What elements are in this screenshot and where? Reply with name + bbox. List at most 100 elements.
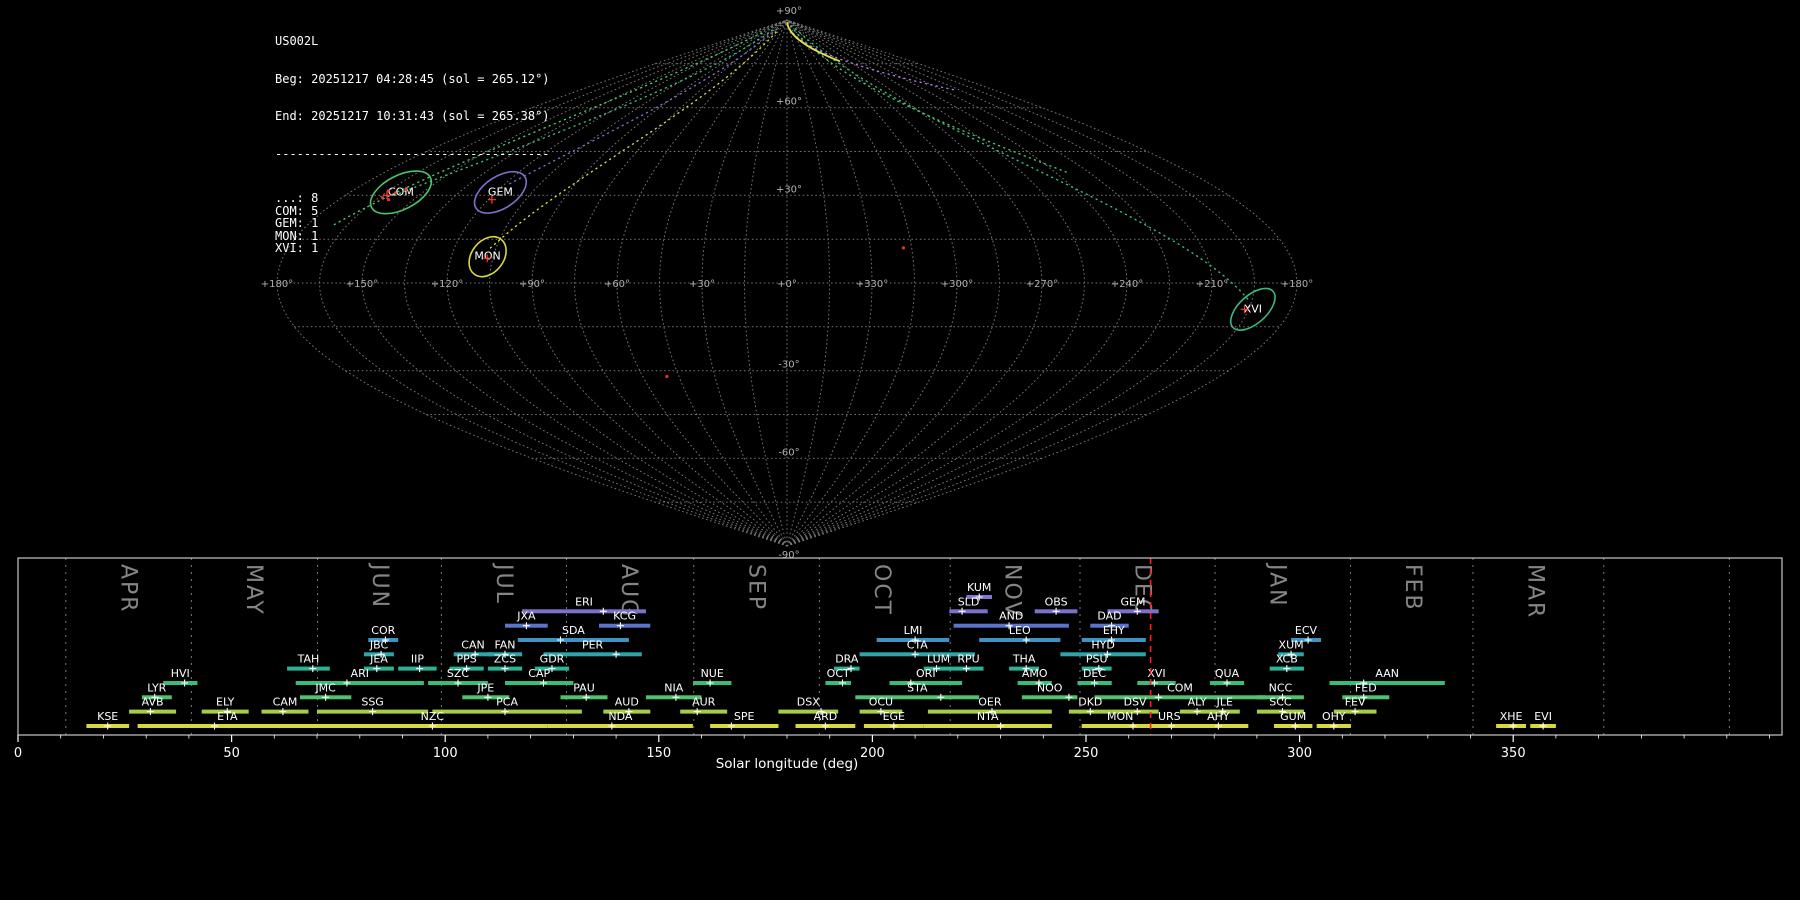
shower-code-label: JPE (476, 681, 494, 694)
ecliptic-longitude-label: +330° (856, 279, 888, 290)
shower-code-label: COR (371, 624, 395, 637)
shower-bar-sda (517, 638, 629, 642)
shower-code-label: QUA (1215, 667, 1240, 680)
shower-code-label: CAN (461, 638, 484, 651)
shower-code-label: MON (1107, 710, 1133, 723)
shower-bar-sld (949, 609, 988, 614)
shower-code-label: ERI (575, 595, 593, 608)
shower-code-label: JMC (314, 681, 336, 694)
peak-marker (1351, 708, 1359, 716)
shower-code-label: XUM (1279, 638, 1304, 651)
shower-code-label: ARI (351, 667, 369, 680)
activity-timeline: APR MAY JUN JUL AUG SEP OCT NOV DEC JAN FEB MARKUME… (14, 557, 1783, 772)
peak-marker (1330, 722, 1338, 730)
ecliptic-longitude-label: +90° (519, 279, 545, 290)
month-label: FEB (1400, 564, 1425, 612)
shower-code-label: LYR (147, 681, 166, 694)
observation-end: End: 20251217 10:31:43 (sol = 265.38°) (275, 109, 550, 123)
shower-code-label: JXA (516, 610, 536, 623)
observation-begin: Beg: 20251217 04:28:45 (sol = 265.12°) (275, 71, 550, 86)
peak-marker (599, 607, 607, 615)
shower-code-label: EGE (883, 710, 905, 723)
peak-marker (821, 722, 829, 730)
shower-count-line: XVI: 1 (275, 241, 319, 255)
meteor-radiant-report: +180° +150° +120° +90° +60° +30° +0° +330° +300°… (0, 0, 1800, 900)
shower-count-line: GEM: 1 (275, 216, 319, 230)
ecliptic-longitude-label: +120° (431, 279, 463, 290)
shower-code-label: FEV (1345, 696, 1366, 709)
shower-code-label: PAU (573, 681, 595, 694)
month-label: JUL (491, 562, 516, 605)
shower-code-label: NCC (1269, 681, 1293, 694)
shower-code-label: AHY (1207, 710, 1230, 723)
shower-code-label: SLD (958, 595, 980, 608)
x-tick-label: 200 (860, 746, 885, 761)
shower-code-label: URS (1158, 710, 1181, 723)
shower-code-label: GDR (540, 653, 565, 666)
shower-code-label: FED (1355, 681, 1377, 694)
peak-marker (1214, 722, 1222, 730)
peak-marker (104, 722, 112, 730)
shower-code-label: HYD (1091, 638, 1114, 651)
shower-code-label: CTA (907, 638, 929, 651)
x-tick-label: 50 (223, 746, 240, 761)
ecliptic-latitude-label: +90° (776, 6, 802, 17)
shower-code-label: XCB (1276, 653, 1298, 666)
shower-code-label: PPS (456, 653, 476, 666)
shower-code-label: NIA (664, 681, 683, 694)
station-id: US002L (275, 34, 319, 48)
x-tick-label: 350 (1501, 746, 1526, 761)
peak-marker (1193, 708, 1201, 716)
peak-marker (1133, 708, 1141, 716)
shower-code-label: AND (999, 610, 1023, 623)
ecliptic-longitude-label: +0° (777, 279, 797, 290)
shower-code-label: NUE (701, 667, 724, 680)
shower-code-label: OCU (869, 696, 893, 709)
shower-code-label: CAP (528, 667, 550, 680)
peak-marker (416, 665, 424, 673)
peak-marker (1539, 722, 1547, 730)
peak-marker (890, 722, 898, 730)
peak-marker (484, 693, 492, 701)
peak-marker (1022, 636, 1030, 644)
shower-code-label: AUD (615, 696, 639, 709)
divider-line: -------------------------------------- (275, 146, 550, 161)
peak-marker (322, 693, 330, 701)
shower-bar-nta (923, 724, 1052, 728)
shower-code-label: ALY (1188, 696, 1207, 709)
shower-code-label: OBS (1045, 595, 1068, 608)
peak-marker (1509, 722, 1517, 730)
shower-code-label: ECV (1295, 624, 1318, 637)
peak-marker (958, 607, 966, 615)
shower-code-label: LEO (1009, 624, 1031, 637)
peak-marker (501, 665, 509, 673)
shower-code-label: OER (978, 696, 1002, 709)
peak-marker (997, 722, 1005, 730)
shower-code-label: IIP (411, 653, 424, 666)
x-tick-label: 150 (646, 746, 671, 761)
ecliptic-longitude-label: +240° (1111, 279, 1143, 290)
peak-marker (1304, 636, 1312, 644)
shower-code-label: SPE (734, 710, 755, 723)
shower-code-label: ARD (814, 710, 838, 723)
shower-code-label: ORI (916, 667, 936, 680)
peak-marker (309, 665, 317, 673)
peak-marker (1291, 722, 1299, 730)
shower-code-label: AUR (692, 696, 716, 709)
shower-code-label: ZCS (494, 653, 516, 666)
meteor-trail (789, 28, 956, 91)
shower-code-label: DAD (1097, 610, 1121, 623)
shower-code-label: DKD (1078, 696, 1102, 709)
shower-bar-eta (137, 724, 317, 728)
peak-marker (1086, 708, 1094, 716)
shower-bar-leo (979, 638, 1061, 642)
ecliptic-longitude-label: +150° (346, 279, 378, 290)
ecliptic-latitude-label: -90° (778, 550, 799, 561)
shower-bar-hvi (163, 681, 198, 685)
peak-marker (911, 650, 919, 658)
x-tick-label: 300 (1287, 746, 1312, 761)
peak-marker (522, 622, 530, 630)
shower-code-label: NTA (977, 710, 999, 723)
month-label: JAN (1265, 562, 1290, 608)
ecliptic-longitude-label: +270° (1026, 279, 1058, 290)
